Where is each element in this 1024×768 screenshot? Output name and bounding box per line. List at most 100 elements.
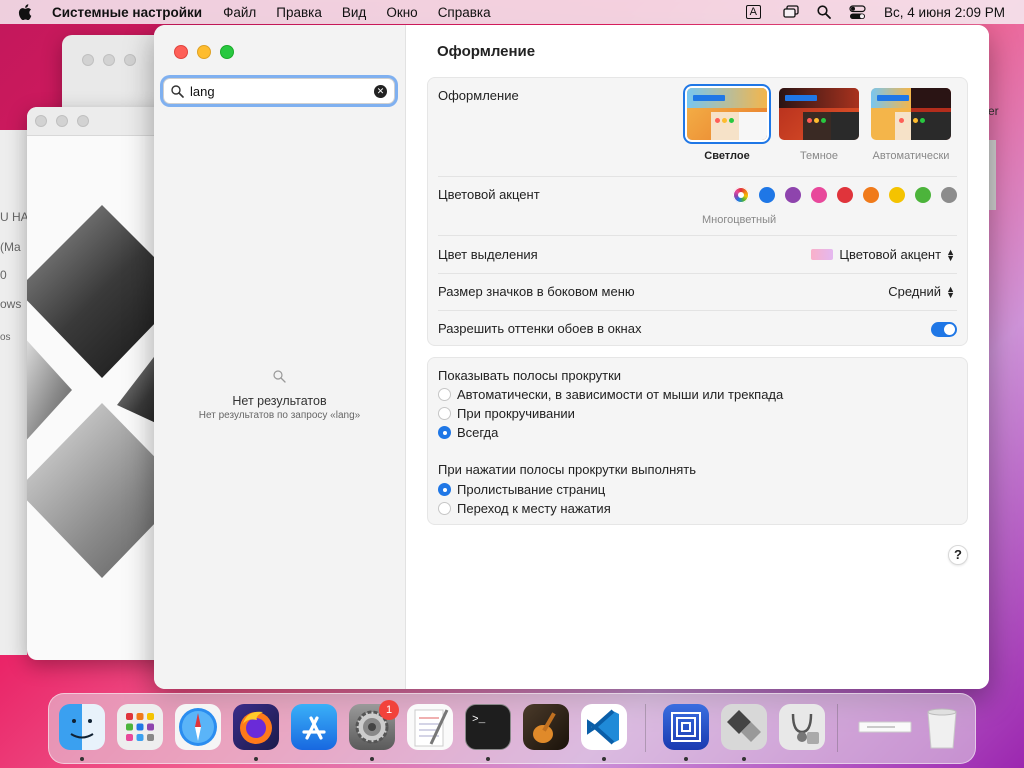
accent-red-swatch[interactable] <box>837 187 853 203</box>
divider <box>438 235 957 236</box>
radio-label: При прокручивании <box>457 406 575 421</box>
running-indicator <box>742 757 746 761</box>
vscode-icon[interactable] <box>581 704 627 750</box>
appearance-light-option[interactable]: Светлое <box>681 88 773 162</box>
radio-button[interactable] <box>438 388 451 401</box>
safari-icon[interactable] <box>175 704 221 750</box>
page-title: Оформление <box>437 43 536 60</box>
trash-icon[interactable] <box>919 704 965 750</box>
appearance-dark-option[interactable]: Темное <box>773 88 865 162</box>
accent-blue-swatch[interactable] <box>759 187 775 203</box>
background-window-edge: U HA (Ma 0 ows os <box>0 130 27 655</box>
background-text: ows <box>0 297 22 311</box>
scrollbars-when-scrolling-option[interactable]: При прокручивании <box>438 406 575 421</box>
search-icon <box>171 84 184 98</box>
garageband-icon[interactable] <box>523 704 569 750</box>
menu-window[interactable]: Окно <box>386 5 417 20</box>
screen-mirroring-icon[interactable] <box>783 5 799 19</box>
disk-utility-icon[interactable] <box>779 704 825 750</box>
scrollbars-always-option[interactable]: Всегда <box>438 425 498 440</box>
spotlight-search-icon[interactable] <box>817 5 831 19</box>
wallpaper-tint-toggle[interactable] <box>931 322 957 337</box>
accent-green-swatch[interactable] <box>915 187 931 203</box>
appearance-card: Оформление Светлое Темное Автоматически … <box>427 77 968 346</box>
radio-button-selected[interactable] <box>438 483 451 496</box>
auto-appearance-thumbnail <box>871 88 951 140</box>
appearance-label: Оформление <box>438 88 519 103</box>
radio-button[interactable] <box>438 407 451 420</box>
textedit-icon[interactable] <box>407 704 453 750</box>
background-text: (Ma <box>0 240 21 254</box>
control-center-icon[interactable] <box>849 4 866 20</box>
zoom-button-inactive[interactable] <box>77 115 89 127</box>
dock: 1 >_ <box>48 693 976 764</box>
terminal-icon[interactable]: >_ <box>465 704 511 750</box>
finder-icon[interactable] <box>59 704 105 750</box>
sidebar-icon-size-popup[interactable]: Средний ▲ ▼ <box>888 284 955 299</box>
sidebar-icon-size-label: Размер значков в боковом меню <box>438 284 635 299</box>
radio-label: Автоматически, в зависимости от мыши или… <box>457 387 784 402</box>
appearance-auto-option[interactable]: Автоматически <box>865 88 957 162</box>
accent-purple-swatch[interactable] <box>785 187 801 203</box>
firefox-icon[interactable] <box>233 704 279 750</box>
scroll-click-label: При нажатии полосы прокрутки выполнять <box>438 462 697 477</box>
keyboard-input-indicator[interactable]: A <box>745 5 762 19</box>
close-button-inactive[interactable] <box>35 115 47 127</box>
apple-logo-icon[interactable] <box>18 4 32 20</box>
parallels-icon[interactable] <box>663 704 709 750</box>
dock-separator <box>837 704 838 752</box>
menu-bar-clock[interactable]: Вс, 4 июня 2:09 PM <box>884 5 1005 20</box>
running-indicator <box>370 757 374 761</box>
bootcamp-assistant-icon[interactable] <box>721 704 767 750</box>
app-store-icon[interactable] <box>291 704 337 750</box>
accent-pink-swatch[interactable] <box>811 187 827 203</box>
popup-arrows-icon: ▲ ▼ <box>946 283 955 300</box>
minimize-button-inactive[interactable] <box>56 115 68 127</box>
app-menu[interactable]: Системные настройки <box>52 5 202 20</box>
scrollbars-card: Показывать полосы прокрутки Автоматическ… <box>427 357 968 525</box>
scroll-click-next-page-option[interactable]: Пролистывание страниц <box>438 482 605 497</box>
menu-help[interactable]: Справка <box>438 5 491 20</box>
zoom-button-inactive[interactable] <box>124 54 136 66</box>
minimize-button-inactive[interactable] <box>103 54 115 66</box>
dock-separator <box>645 704 646 752</box>
settings-content: Оформление Оформление Светлое Темное Авт… <box>406 25 989 689</box>
search-input[interactable] <box>188 82 372 100</box>
close-button[interactable] <box>174 45 188 59</box>
light-appearance-thumbnail <box>687 88 767 140</box>
highlight-color-swatch <box>811 249 834 260</box>
menu-edit[interactable]: Правка <box>276 5 322 20</box>
radio-button[interactable] <box>438 502 451 515</box>
scroll-click-jump-option[interactable]: Переход к месту нажатия <box>438 501 611 516</box>
accent-orange-swatch[interactable] <box>863 187 879 203</box>
popup-arrows-icon: ▲ ▼ <box>946 246 955 263</box>
highlight-color-popup[interactable]: Цветовой акцент ▲ ▼ <box>811 247 955 262</box>
clear-search-icon[interactable]: ✕ <box>374 85 387 98</box>
accent-yellow-swatch[interactable] <box>889 187 905 203</box>
radio-button-selected[interactable] <box>438 426 451 439</box>
zoom-button[interactable] <box>220 45 234 59</box>
search-icon <box>273 370 286 383</box>
divider <box>438 273 957 274</box>
search-field[interactable]: ✕ <box>163 78 395 104</box>
notification-badge: 1 <box>379 700 399 720</box>
document-stack-icon[interactable] <box>855 704 912 750</box>
appearance-dark-label: Темное <box>799 150 839 162</box>
background-window-edge <box>988 140 996 210</box>
running-indicator <box>486 757 490 761</box>
launchpad-icon[interactable] <box>117 704 163 750</box>
help-button[interactable]: ? <box>948 545 968 565</box>
menu-file[interactable]: Файл <box>223 5 256 20</box>
minimize-button[interactable] <box>197 45 211 59</box>
scrollbars-auto-option[interactable]: Автоматически, в зависимости от мыши или… <box>438 387 783 402</box>
background-text: U HA <box>0 210 27 224</box>
no-results-subtitle: Нет результатов по запросу «lang» <box>198 410 361 421</box>
divider <box>438 310 957 311</box>
divider <box>438 176 957 177</box>
sidebar-icon-size-value: Средний <box>888 284 942 299</box>
accent-multicolor-swatch[interactable] <box>733 187 749 203</box>
menu-view[interactable]: Вид <box>342 5 366 20</box>
accent-graphite-swatch[interactable] <box>941 187 957 203</box>
close-button-inactive[interactable] <box>82 54 94 66</box>
running-indicator <box>80 757 84 761</box>
